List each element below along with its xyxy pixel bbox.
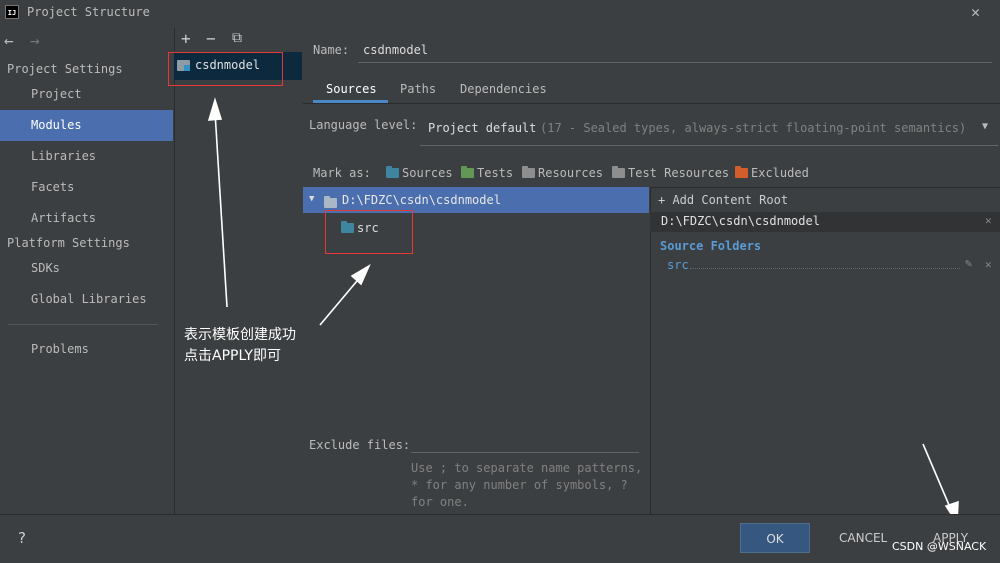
arrowhead	[350, 264, 371, 286]
cancel-button[interactable]: CANCEL	[839, 531, 887, 545]
annotation-text: 表示模板创建成功 点击APPLY即可	[184, 327, 296, 364]
ok-button[interactable]: OK	[740, 523, 810, 553]
arrow-to-apply	[922, 443, 953, 513]
annotation-arrows	[207, 97, 959, 526]
help-button[interactable]: ?	[18, 529, 26, 547]
arrow-to-module	[214, 111, 228, 308]
arrowhead	[207, 97, 223, 121]
arrow-to-src	[319, 274, 363, 326]
watermark: CSDN @WSNACK	[892, 540, 987, 553]
